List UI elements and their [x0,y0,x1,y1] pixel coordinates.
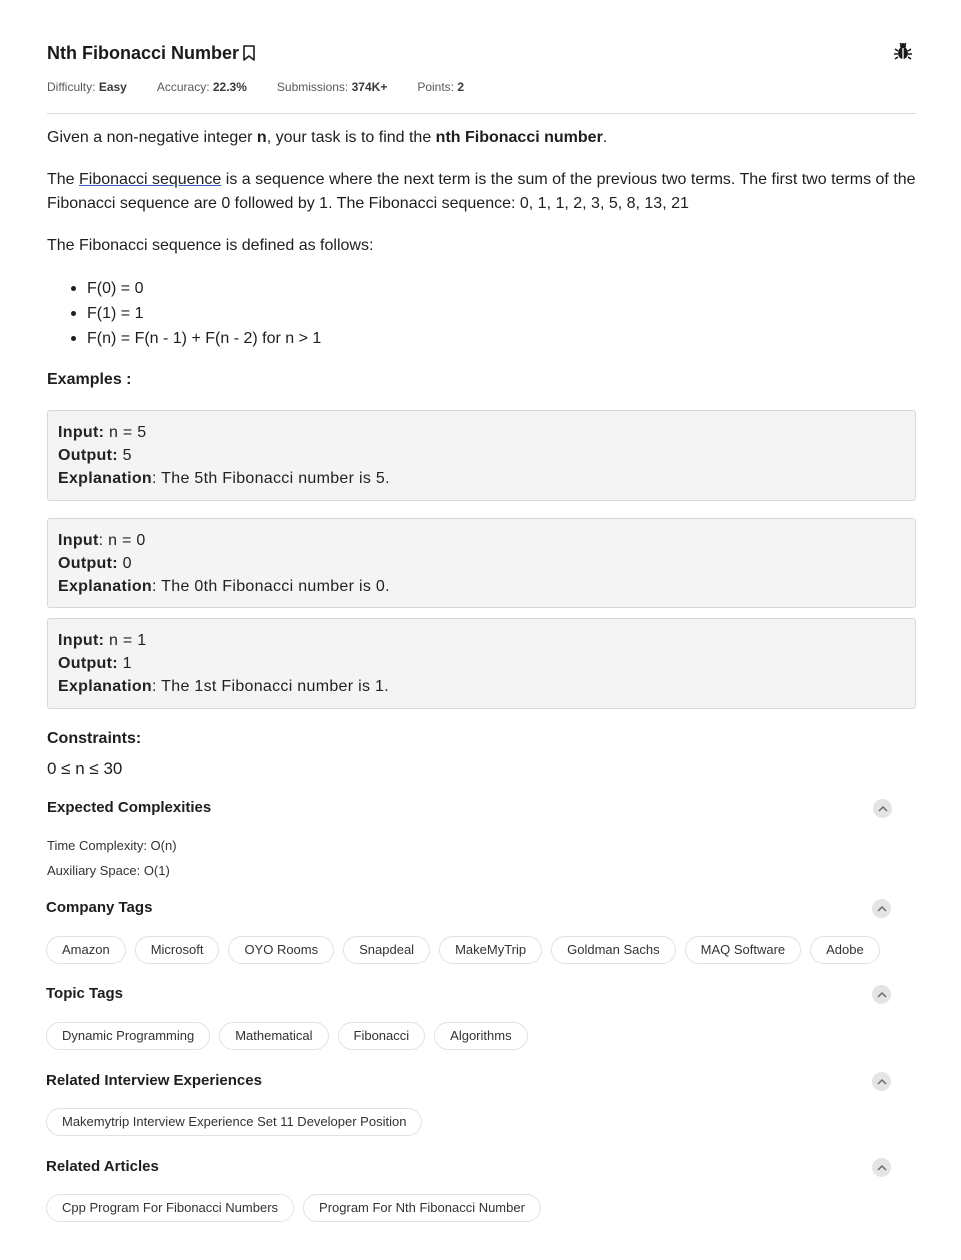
description-paragraph-1: Given a non-negative integer n, your tas… [47,129,608,146]
problem-header: Nth Fibonacci Number Difficulty: Easy Ac… [47,40,916,114]
chevron-up-icon[interactable] [872,1072,891,1091]
company-tag[interactable]: Goldman Sachs [551,936,676,964]
difficulty-stat: Difficulty: Easy [47,80,127,94]
example-box: Input: n = 5 Output: 5 Explanation: The … [47,410,916,501]
related-article-link[interactable]: Program For Nth Fibonacci Number [303,1194,541,1222]
topic-tag[interactable]: Algorithms [434,1022,528,1050]
constraints-heading: Constraints: [47,730,142,747]
list-item: F(1) = 1 [47,301,321,326]
company-tag[interactable]: Microsoft [134,936,220,964]
problem-description: Given a non-negative integer n, your tas… [47,126,916,276]
accuracy-stat: Accuracy: 22.3% [156,80,247,94]
fibonacci-sequence-link[interactable]: Fibonacci sequence [79,171,221,188]
related-articles-heading[interactable]: Related Articles [46,1158,159,1175]
time-complexity: Time Complexity: O(n) [47,838,177,853]
related-articles-list: Cpp Program For Fibonacci Numbers Progra… [46,1194,550,1222]
company-tag[interactable]: OYO Rooms [228,936,335,964]
company-tag[interactable]: Amazon [46,936,126,964]
points-stat: Points: 2 [417,80,465,94]
chevron-up-icon[interactable] [872,899,891,918]
interview-experiences-heading[interactable]: Related Interview Experiences [46,1072,262,1089]
space-complexity: Auxiliary Space: O(1) [47,863,170,878]
company-tags-heading[interactable]: Company Tags [46,899,152,916]
company-tag-list: Amazon Microsoft OYO Rooms Snapdeal Make… [46,936,889,964]
example-box: Input: n = 0 Output: 0 Explanation: The … [47,518,916,608]
problem-meta: Difficulty: Easy Accuracy: 22.3% Submiss… [47,80,494,94]
definition-list: F(0) = 0 F(1) = 1 F(n) = F(n - 1) + F(n … [47,276,321,351]
constraint-value: 0 ≤ n ≤ 30 [47,759,123,778]
interview-experience-list: Makemytrip Interview Experience Set 11 D… [46,1108,431,1136]
chevron-up-icon[interactable] [872,1158,891,1177]
problem-title: Nth Fibonacci Number [47,42,240,63]
chevron-up-icon[interactable] [873,799,892,818]
topic-tags-heading[interactable]: Topic Tags [46,985,123,1002]
topic-tag[interactable]: Dynamic Programming [46,1022,211,1050]
company-tag[interactable]: MAQ Software [684,936,802,964]
interview-experience-link[interactable]: Makemytrip Interview Experience Set 11 D… [46,1108,423,1136]
topic-tag[interactable]: Mathematical [219,1022,329,1050]
list-item: F(0) = 0 [47,276,321,301]
example-box: Input: n = 1 Output: 1 Explanation: The … [47,618,916,709]
company-tag[interactable]: Adobe [810,936,880,964]
bug-icon[interactable] [894,41,912,61]
submissions-stat: Submissions: 374K+ [276,80,388,94]
related-article-link[interactable]: Cpp Program For Fibonacci Numbers [46,1194,295,1222]
topic-tag-list: Dynamic Programming Mathematical Fibonac… [46,1022,537,1050]
bookmark-icon[interactable] [242,44,256,62]
chevron-up-icon[interactable] [872,985,891,1004]
examples-heading: Examples : [47,371,132,388]
list-item: F(n) = F(n - 1) + F(n - 2) for n > 1 [47,326,321,351]
company-tag[interactable]: MakeMyTrip [439,936,543,964]
description-paragraph-2: The Fibonacci sequence is a sequence whe… [47,171,916,212]
company-tag[interactable]: Snapdeal [343,936,431,964]
complexities-heading[interactable]: Expected Complexities [47,799,211,816]
topic-tag[interactable]: Fibonacci [337,1022,426,1050]
description-paragraph-3: The Fibonacci sequence is defined as fol… [47,237,374,254]
